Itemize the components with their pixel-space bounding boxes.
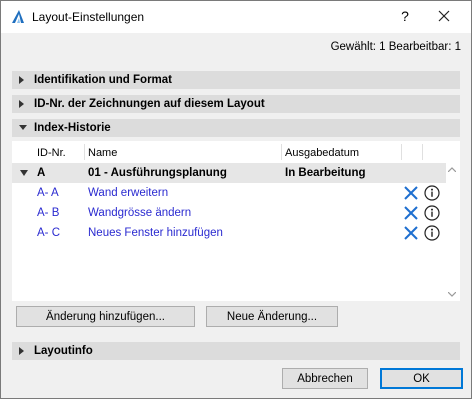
- column-header-date[interactable]: Ausgabedatum: [285, 147, 359, 159]
- section-label: Layoutinfo: [34, 345, 93, 357]
- vertical-scrollbar[interactable]: [446, 163, 458, 301]
- section-index-history[interactable]: Index-Historie: [12, 119, 460, 137]
- group-date: In Bearbeitung: [285, 167, 366, 179]
- row-name: Wandgrösse ändern: [88, 207, 192, 219]
- table-row[interactable]: A- C Neues Fenster hinzufügen: [12, 223, 446, 243]
- column-divider: [281, 144, 282, 160]
- column-divider: [84, 144, 85, 160]
- delete-icon[interactable]: [403, 185, 419, 201]
- row-name: Neues Fenster hinzufügen: [88, 227, 223, 239]
- expand-triangle-icon: [19, 100, 24, 108]
- expand-triangle-icon: [19, 76, 24, 84]
- column-header-name[interactable]: Name: [88, 147, 117, 159]
- row-id: A- A: [37, 187, 59, 199]
- scroll-down-arrow-icon[interactable]: [448, 292, 456, 297]
- close-icon[interactable]: [433, 5, 455, 27]
- info-icon[interactable]: [424, 225, 440, 241]
- collapse-triangle-icon: [19, 125, 27, 130]
- selection-info: Gewählt: 1 Bearbeitbar: 1: [330, 41, 461, 53]
- add-change-button[interactable]: Änderung hinzufügen...: [16, 306, 195, 327]
- table-header: ID-Nr. Name Ausgabedatum: [12, 141, 458, 163]
- column-divider: [422, 144, 423, 160]
- window-title: Layout-Einstellungen: [32, 10, 145, 24]
- section-identification[interactable]: Identifikation und Format: [12, 71, 460, 89]
- help-button[interactable]: ?: [398, 8, 412, 24]
- column-header-id[interactable]: ID-Nr.: [37, 147, 66, 159]
- title-bar: Layout-Einstellungen ?: [1, 1, 471, 33]
- section-label: Index-Historie: [34, 122, 111, 134]
- table-row[interactable]: A- B Wandgrösse ändern: [12, 203, 446, 223]
- expand-triangle-icon: [19, 347, 24, 355]
- cancel-button[interactable]: Abbrechen: [282, 368, 368, 389]
- group-id: A: [37, 167, 46, 179]
- table-row[interactable]: A- A Wand erweitern: [12, 183, 446, 203]
- delete-icon[interactable]: [403, 225, 419, 241]
- section-drawing-ids[interactable]: ID-Nr. der Zeichnungen auf diesem Layout: [12, 95, 460, 113]
- table-group-row[interactable]: A 01 - Ausführungsplanung In Bearbeitung: [12, 163, 446, 183]
- section-label: ID-Nr. der Zeichnungen auf diesem Layout: [34, 98, 265, 110]
- scroll-up-arrow-icon[interactable]: [448, 167, 456, 172]
- row-name: Wand erweitern: [88, 187, 169, 199]
- ok-button[interactable]: OK: [380, 368, 463, 389]
- row-id: A- C: [37, 227, 60, 239]
- info-icon[interactable]: [424, 205, 440, 221]
- collapse-triangle-icon[interactable]: [20, 170, 28, 176]
- delete-icon[interactable]: [403, 205, 419, 221]
- info-icon[interactable]: [424, 185, 440, 201]
- row-id: A- B: [37, 207, 60, 219]
- column-divider: [401, 144, 402, 160]
- dialog-window: Layout-Einstellungen ? Gewählt: 1 Bearbe…: [0, 0, 472, 399]
- index-history-table: ID-Nr. Name Ausgabedatum A 01 - Ausführu…: [12, 141, 460, 301]
- section-layoutinfo[interactable]: Layoutinfo: [12, 342, 460, 360]
- group-name: 01 - Ausführungsplanung: [88, 167, 227, 179]
- new-change-button[interactable]: Neue Änderung...: [206, 306, 338, 327]
- archicad-app-icon: [12, 10, 24, 23]
- section-label: Identifikation und Format: [34, 74, 172, 86]
